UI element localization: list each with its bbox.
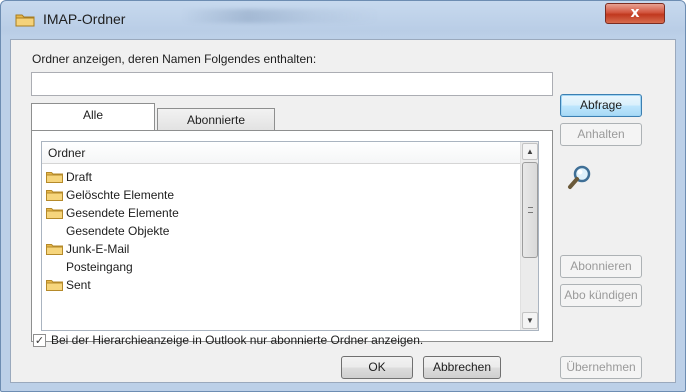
filter-label: Ordner anzeigen, deren Namen Folgendes e… bbox=[32, 52, 317, 66]
stop-button[interactable]: Anhalten bbox=[560, 123, 642, 146]
subscribed-only-label[interactable]: Bei der Hierarchieanzeige in Outlook nur… bbox=[51, 333, 423, 347]
folder-icon bbox=[15, 14, 35, 27]
list-item[interactable]: Draft bbox=[44, 168, 520, 186]
scroll-up-icon[interactable]: ▲ bbox=[522, 143, 538, 160]
folder-list[interactable]: Ordner Draft Gelöschte Elemente Gesendet… bbox=[41, 141, 539, 331]
folder-name: Gesendete Elemente bbox=[66, 206, 179, 220]
subscribed-only-checkbox[interactable]: ✓ bbox=[33, 334, 46, 347]
filter-input[interactable] bbox=[31, 72, 553, 96]
list-item[interactable]: Gelöschte Elemente bbox=[44, 186, 520, 204]
list-item[interactable]: Junk-E-Mail bbox=[44, 240, 520, 258]
folder-name: Draft bbox=[66, 170, 93, 184]
grip-icon bbox=[528, 207, 533, 213]
folder-icon bbox=[46, 280, 63, 291]
list-item[interactable]: Posteingang bbox=[44, 258, 520, 276]
vertical-scrollbar[interactable]: ▲ ▼ bbox=[520, 142, 538, 330]
unsubscribe-button[interactable]: Abo kündigen bbox=[560, 284, 642, 307]
list-item[interactable]: Gesendete Objekte bbox=[44, 222, 520, 240]
scrollbar-thumb[interactable] bbox=[522, 162, 538, 258]
title-bar[interactable]: IMAP-Ordner x bbox=[1, 1, 685, 37]
folder-rows: Draft Gelöschte Elemente Gesendete Eleme… bbox=[44, 168, 520, 294]
query-button[interactable]: Abfrage bbox=[560, 94, 642, 117]
apply-button[interactable]: Übernehmen bbox=[560, 356, 642, 379]
dialog-client-area: Ordner anzeigen, deren Namen Folgendes e… bbox=[10, 39, 676, 383]
folder-icon bbox=[46, 208, 63, 219]
imap-folders-dialog: IMAP-Ordner x Ordner anzeigen, deren Nam… bbox=[0, 0, 686, 392]
folder-icon bbox=[46, 172, 63, 183]
list-item[interactable]: Sent bbox=[44, 276, 520, 294]
ok-button[interactable]: OK bbox=[341, 356, 413, 379]
search-icon bbox=[568, 165, 591, 189]
scroll-down-icon[interactable]: ▼ bbox=[522, 312, 538, 329]
window-title: IMAP-Ordner bbox=[43, 11, 126, 27]
folder-name: Gelöschte Elemente bbox=[66, 188, 175, 202]
tab-alle[interactable]: Alle bbox=[31, 103, 155, 130]
subscribe-button[interactable]: Abonnieren bbox=[560, 255, 642, 278]
tab-abonnierte[interactable]: Abonnierte bbox=[157, 108, 275, 132]
folder-icon bbox=[46, 190, 63, 201]
folder-name: Posteingang bbox=[66, 260, 133, 274]
cancel-button[interactable]: Abbrechen bbox=[423, 356, 501, 379]
folder-icon bbox=[46, 244, 63, 255]
folder-name: Junk-E-Mail bbox=[66, 242, 130, 256]
title-bar-blur bbox=[181, 9, 381, 23]
folder-name: Sent bbox=[66, 278, 91, 292]
list-item[interactable]: Gesendete Elemente bbox=[44, 204, 520, 222]
tab-panel: Ordner Draft Gelöschte Elemente Gesendet… bbox=[31, 130, 553, 342]
column-header-ordner[interactable]: Ordner bbox=[42, 142, 520, 164]
folder-name: Gesendete Objekte bbox=[66, 224, 170, 238]
close-button[interactable]: x bbox=[605, 3, 665, 24]
